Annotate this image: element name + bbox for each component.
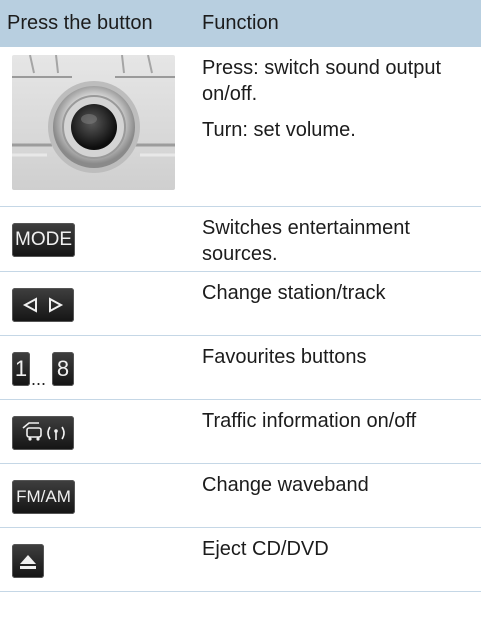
volume-knob-icon (12, 55, 175, 190)
row-description: Traffic information on/off (202, 408, 477, 434)
eject-button-icon (12, 544, 44, 578)
table-row: 1 ... 8 Favourites buttons (0, 336, 481, 400)
prev-next-arrows-icon (12, 288, 74, 322)
favourite-key-1: 1 (12, 352, 30, 386)
fm-am-button-icon: FM/AM (12, 480, 75, 514)
traffic-info-button-icon (12, 416, 74, 450)
row-description: Eject CD/DVD (202, 536, 477, 562)
description-line: Turn: set volume. (202, 119, 356, 141)
description-line: Change waveband (202, 474, 369, 496)
favourite-key-8: 8 (52, 352, 74, 386)
description-line: Press: switch sound output on/off. (202, 57, 442, 105)
fm-am-button-label: FM/AM (16, 487, 71, 506)
header-function: Function (202, 12, 279, 34)
table-row: MODE Switches entertainment sources. (0, 207, 481, 272)
row-description: Change waveband (202, 472, 477, 498)
table-row: Traffic information on/off (0, 400, 481, 464)
row-description: Switches entertainment sources. (202, 215, 477, 267)
table-row: FM/AM Change waveband (0, 464, 481, 528)
description-line: Switches entertainment sources. (202, 217, 410, 265)
row-description: Press: switch sound output on/off. Turn:… (202, 55, 477, 143)
mode-button-icon: MODE (12, 223, 75, 257)
table-header: Press the button Function (0, 0, 481, 47)
favourite-key-separator: ... (31, 369, 47, 389)
header-press-the-button: Press the button (7, 12, 153, 34)
table-row: Press: switch sound output on/off. Turn:… (0, 47, 481, 207)
description-line: Traffic information on/off (202, 410, 417, 432)
description-line: Eject CD/DVD (202, 538, 329, 560)
mode-button-label: MODE (15, 229, 72, 250)
table-row: Eject CD/DVD (0, 528, 481, 592)
description-line: Favourites buttons (202, 346, 367, 368)
row-description: Favourites buttons (202, 344, 477, 370)
description-line: Change station/track (202, 282, 386, 304)
table-row: Change station/track (0, 272, 481, 336)
row-description: Change station/track (202, 280, 477, 306)
